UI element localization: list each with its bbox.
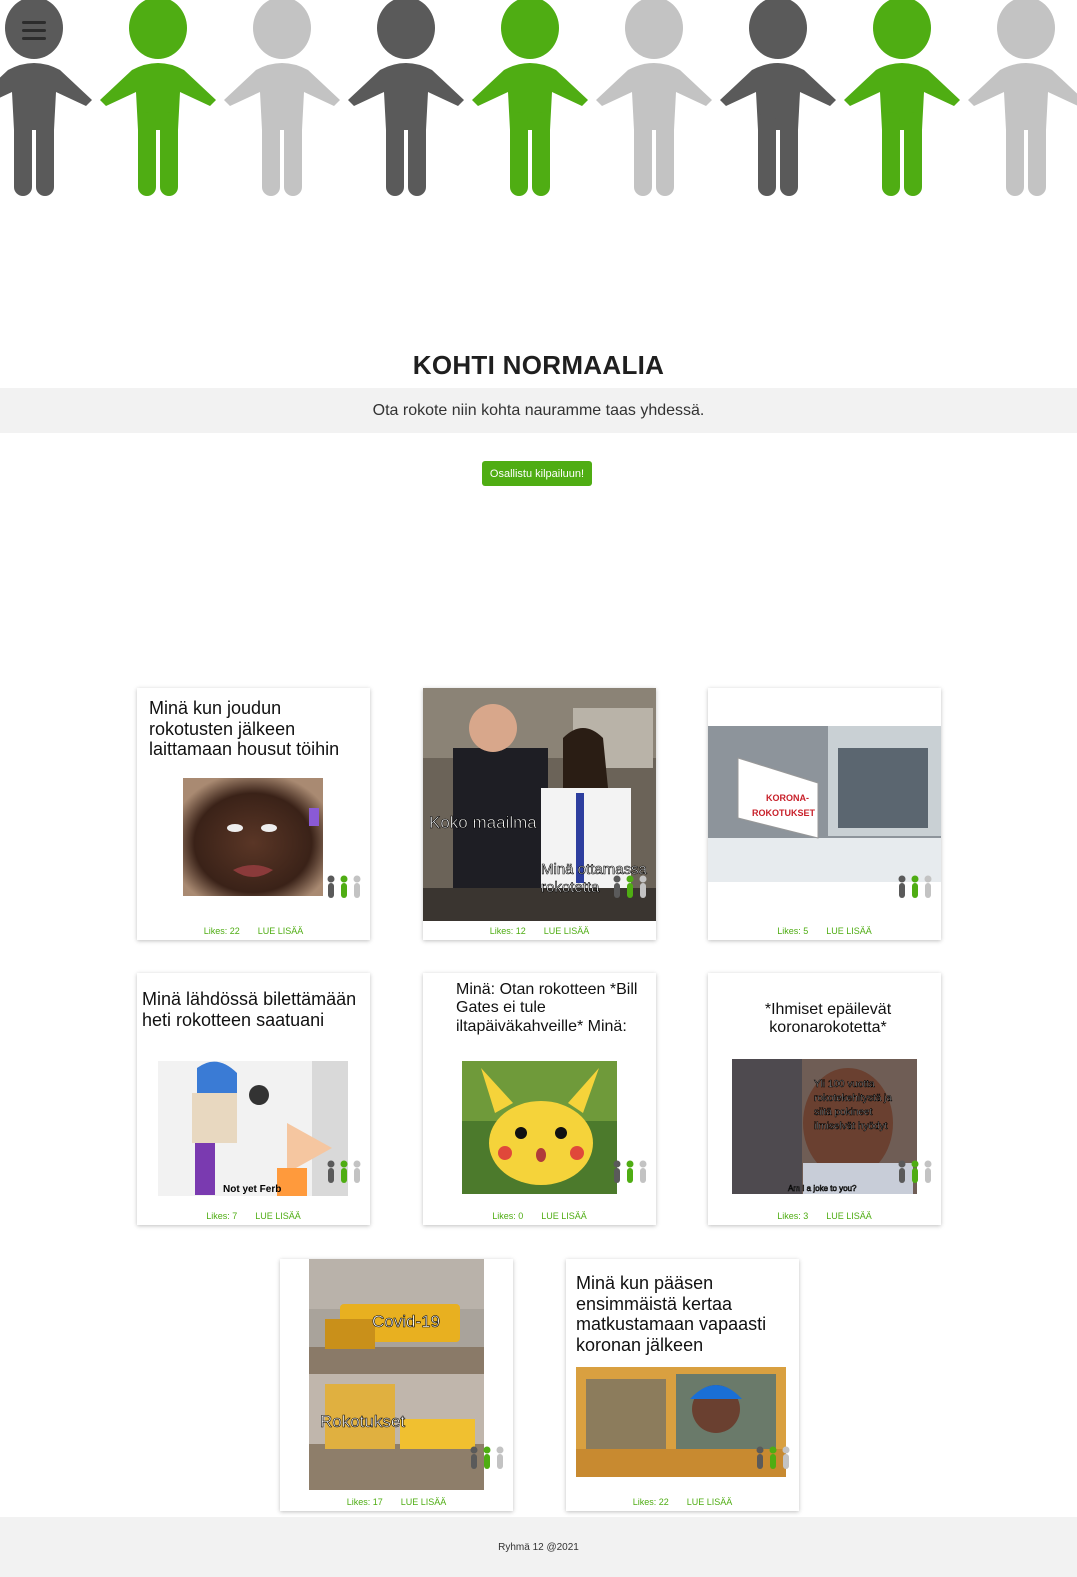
meme-image[interactable]: Covid-19 Rokotukset [280,1259,513,1492]
banner-person [720,0,836,196]
read-more-link[interactable]: LUE LISÄÄ [258,926,304,936]
likes-count: Likes: 5 [777,925,809,936]
meme-card-7[interactable]: Covid-19 Rokotukset Likes: 17 LUE LISÄÄ [280,1259,513,1511]
banner-person [596,0,712,196]
card-footer: Likes: 3 LUE LISÄÄ [708,1206,941,1225]
read-more-link[interactable]: LUE LISÄÄ [541,1211,587,1221]
read-more-link[interactable]: LUE LISÄÄ [826,926,872,936]
overlay-text-world: Koko maailma [429,813,537,832]
sign-text-line-1: KORONA- [766,793,809,803]
image-text: Not yet Ferb [223,1184,281,1195]
overlay-text-joke: Am I a joke to you? [788,1184,857,1193]
read-more-link[interactable]: LUE LISÄÄ [401,1497,447,1507]
tagline-text: Ota rokote niin kohta nauramme taas yhde… [372,401,705,419]
tagline-bar: Ota rokote niin kohta nauramme taas yhde… [0,388,1077,433]
meme-image[interactable]: KORONA- ROKOTUKSET [708,688,941,921]
overlay-text-vaccinations: Rokotukset [320,1412,405,1431]
people-holding-hands-banner [0,0,1077,196]
meme-card-3[interactable]: KORONA- ROKOTUKSET Likes: 5 LUE LISÄÄ [708,688,941,940]
header-banner [0,0,1077,200]
card-footer: Likes: 12 LUE LISÄÄ [423,921,656,940]
likes-count: Likes: 22 [632,1496,669,1507]
read-more-link[interactable]: LUE LISÄÄ [255,1211,301,1221]
meme-image[interactable]: Minä kun pääsen ensimmäistä kertaa matku… [566,1259,799,1492]
card-footer: Likes: 22 LUE LISÄÄ [137,921,370,940]
card-footer: Likes: 5 LUE LISÄÄ [708,921,941,940]
card-footer: Likes: 17 LUE LISÄÄ [280,1492,513,1511]
card-footer: Likes: 7 LUE LISÄÄ [137,1206,370,1225]
banner-person [348,0,464,196]
banner-person [968,0,1077,196]
meme-image[interactable]: Koko maailma Minä ottamassa rokotetta [423,688,656,921]
sign-text-line-2: ROKOTUKSET [752,808,816,818]
likes-count: Likes: 7 [206,1210,238,1221]
read-more-link[interactable]: LUE LISÄÄ [826,1211,872,1221]
banner-person [472,0,588,196]
page-footer: Ryhmä 12 @2021 [0,1517,1077,1577]
hamburger-menu-icon[interactable] [6,4,62,56]
likes-count: Likes: 3 [777,1210,809,1221]
meme-image[interactable]: Minä: Otan rokotteen *Bill Gates ei tule… [423,973,656,1206]
card-footer: Likes: 22 LUE LISÄÄ [566,1492,799,1511]
likes-count: Likes: 17 [346,1496,383,1507]
meme-card-6[interactable]: *Ihmiset epäilevät koronarokotetta* Yli … [708,973,941,1225]
overlay-text-covid: Covid-19 [372,1312,440,1331]
read-more-link[interactable]: LUE LISÄÄ [544,926,590,936]
group-logo-icon [327,875,361,898]
read-more-link[interactable]: LUE LISÄÄ [687,1497,733,1507]
card-footer: Likes: 0 LUE LISÄÄ [423,1206,656,1225]
meme-card-8[interactable]: Minä kun pääsen ensimmäistä kertaa matku… [566,1259,799,1511]
banner-person [844,0,960,196]
meme-image[interactable]: *Ihmiset epäilevät koronarokotetta* Yli … [708,973,941,1206]
meme-image[interactable]: Minä kun joudun rokotusten jälkeen laitt… [137,688,370,921]
meme-card-4[interactable]: Minä lähdössä bilettämään heti rokotteen… [137,973,370,1225]
banner-person [100,0,216,196]
group-logo-icon [613,875,647,898]
footer-text: Ryhmä 12 @2021 [498,1541,579,1553]
banner-person [224,0,340,196]
group-logo-icon [470,1446,504,1469]
meme-card-5[interactable]: Minä: Otan rokotteen *Bill Gates ei tule… [423,973,656,1225]
likes-count: Likes: 12 [489,925,526,936]
group-logo-icon [613,1160,647,1183]
meme-image[interactable]: Minä lähdössä bilettämään heti rokotteen… [137,973,370,1206]
join-competition-button[interactable]: Osallistu kilpailuun! [482,461,592,486]
likes-count: Likes: 0 [492,1210,524,1221]
meme-card-2[interactable]: Koko maailma Minä ottamassa rokotetta Lik… [423,688,656,940]
likes-count: Likes: 22 [203,925,240,936]
group-logo-icon [756,1446,790,1469]
group-logo-icon [898,875,932,898]
group-logo-icon [898,1160,932,1183]
group-logo-icon [327,1160,361,1183]
page-title: KOHTI NORMAALIA [412,350,665,380]
meme-card-1[interactable]: Minä kun joudun rokotusten jälkeen laitt… [137,688,370,940]
